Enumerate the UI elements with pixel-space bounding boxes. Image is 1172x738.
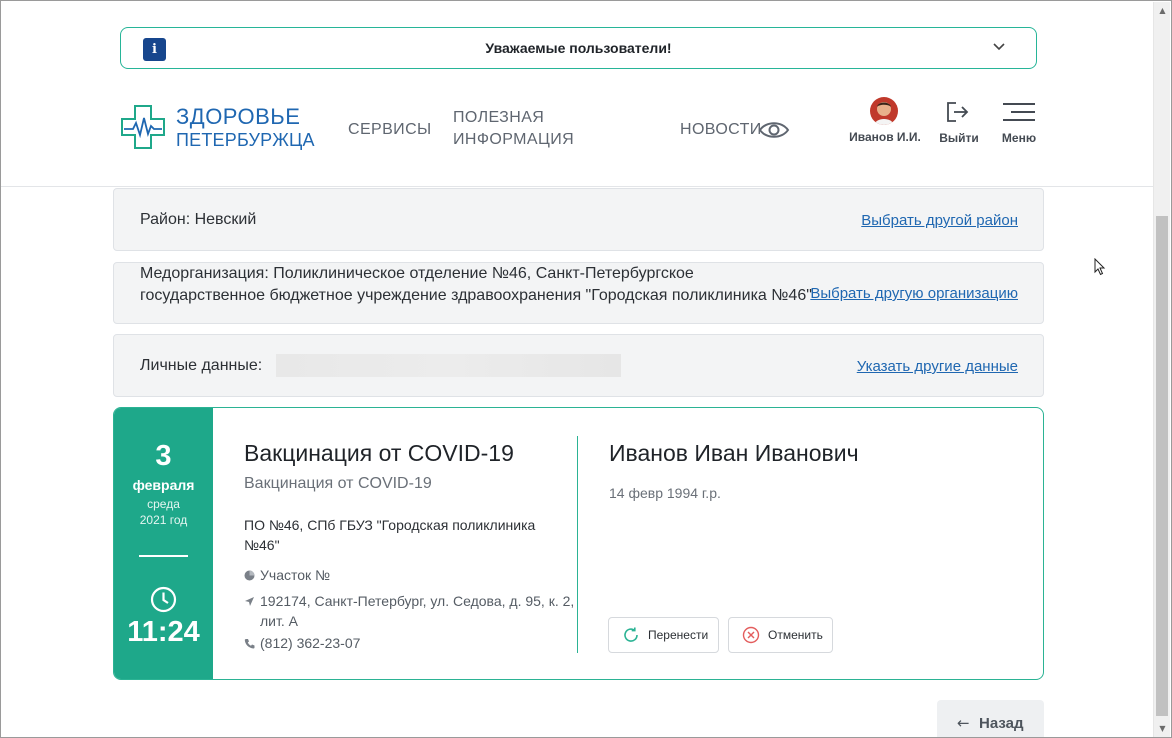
appointment-weekday: среда: [147, 497, 180, 511]
service-title: Вакцинация от COVID-19: [244, 440, 514, 466]
service-subtitle: Вакцинация от COVID-19: [244, 475, 432, 492]
personal-data-row: Личные данные: Указать другие данные: [113, 334, 1044, 397]
redacted-personal-data: [276, 354, 621, 377]
appointment-date-panel: 3 февраля среда 2021 год 11:24: [114, 408, 213, 679]
cancel-label: Отменить: [768, 628, 823, 642]
service-organization: ПО №46, СПб ГБУЗ "Городская поликлиника …: [244, 517, 536, 553]
nav-services[interactable]: СЕРВИСЫ: [348, 119, 432, 141]
menu-button[interactable]: Меню: [995, 131, 1043, 145]
district-label: Район: Невский: [140, 211, 257, 228]
reschedule-button[interactable]: Перенести: [608, 617, 719, 653]
logo-text-top: ЗДОРОВЬЕ: [176, 104, 301, 129]
logout-icon[interactable]: [945, 100, 971, 124]
pie-chart-icon: [244, 570, 255, 581]
logo-text-bottom: ПЕТЕРБУРЖЦА: [176, 130, 315, 150]
personal-data-label: Личные данные:: [140, 357, 263, 374]
change-district-link[interactable]: Выбрать другой район: [861, 212, 1018, 229]
browser-viewport: i Уважаемые пользователи! ЗДОРОВЬЕ ПЕТЕР…: [0, 0, 1172, 738]
phone-icon: [244, 639, 255, 649]
site-logo[interactable]: ЗДОРОВЬЕ ПЕТЕРБУРЖЦА: [120, 102, 315, 152]
scroll-up-icon[interactable]: ▲: [1154, 2, 1171, 19]
user-name[interactable]: Иванов И.И.: [841, 130, 929, 144]
change-organization-link[interactable]: Выбрать другую организацию: [810, 285, 1018, 302]
organization-row: Медорганизация: Поликлиническое отделени…: [113, 262, 1044, 324]
nav-useful-info[interactable]: ПОЛЕЗНАЯ ИНФОРМАЦИЯ: [453, 107, 593, 151]
chevron-down-icon[interactable]: [992, 40, 1006, 54]
appointment-card: 3 февраля среда 2021 год 11:24 Вакцинаци…: [113, 407, 1044, 680]
vertical-scrollbar[interactable]: ▲ ▼: [1153, 2, 1170, 737]
nav-news[interactable]: НОВОСТИ: [680, 119, 762, 141]
arrow-left-icon: ←: [957, 714, 970, 732]
area-text: Участок №: [260, 567, 331, 583]
avatar[interactable]: [870, 97, 898, 125]
appointment-year: 2021 год: [139, 513, 188, 527]
phone-text: (812) 362-23-07: [260, 635, 361, 651]
address-text: 192174, Санкт-Петербург, ул. Седова, д. …: [260, 593, 575, 629]
location-arrow-icon: [245, 597, 254, 606]
back-button[interactable]: ← Назад: [937, 700, 1044, 737]
notice-text: Уважаемые пользователи!: [485, 40, 672, 56]
mouse-cursor-icon: [1094, 258, 1106, 276]
cancel-icon: [742, 626, 760, 644]
district-row: Район: Невский Выбрать другой район: [113, 188, 1044, 251]
refresh-icon: [624, 627, 638, 642]
logout-button[interactable]: Выйти: [935, 131, 983, 145]
appointment-month: февраля: [132, 477, 195, 493]
site-header: ЗДОРОВЬЕ ПЕТЕРБУРЖЦА СЕРВИСЫ ПОЛЕЗНАЯ ИН…: [1, 81, 1156, 187]
scrollbar-thumb[interactable]: [1156, 216, 1168, 716]
change-personal-data-link[interactable]: Указать другие данные: [857, 358, 1018, 375]
card-divider: [577, 436, 578, 653]
patient-birthdate: 14 февр 1994 г.р.: [609, 485, 721, 501]
hamburger-menu-icon[interactable]: [1003, 102, 1035, 122]
appointment-time: 11:24: [127, 616, 200, 648]
medical-cross-icon: [121, 105, 165, 149]
reschedule-label: Перенести: [648, 628, 709, 642]
notice-banner[interactable]: i Уважаемые пользователи!: [120, 27, 1037, 69]
clock-icon: [150, 586, 177, 613]
eye-icon[interactable]: [758, 119, 790, 141]
back-label: Назад: [979, 715, 1024, 732]
patient-name: Иванов Иван Иванович: [609, 440, 859, 466]
organization-label: Медорганизация: Поликлиническое отделени…: [140, 265, 812, 304]
appointment-day: 3: [155, 440, 172, 472]
cancel-appointment-button[interactable]: Отменить: [728, 617, 833, 653]
date-divider: [139, 555, 188, 557]
scroll-down-icon[interactable]: ▼: [1154, 720, 1171, 737]
